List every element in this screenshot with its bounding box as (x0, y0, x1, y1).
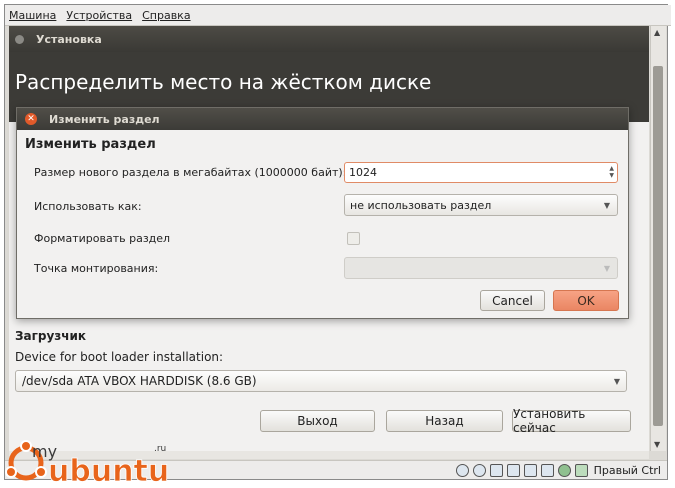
bootloader-device-label: Device for boot loader installation: (15, 350, 224, 364)
usb-icon[interactable] (489, 463, 503, 477)
edit-partition-dialog: ✕ Изменить раздел Изменить раздел Размер… (16, 107, 629, 319)
scrollbar-thumb[interactable] (653, 66, 663, 426)
bootloader-device-select[interactable]: /dev/sda ATA VBOX HARDDISK (8.6 GB) ▼ (15, 370, 627, 392)
mouse-integration-icon[interactable] (557, 463, 571, 477)
back-button[interactable]: Назад (386, 410, 503, 432)
close-icon[interactable]: ✕ (25, 113, 37, 125)
bootloader-heading: Загрузчик (15, 329, 87, 343)
display-icon[interactable] (540, 463, 554, 477)
installer-titlebar: Установка (9, 26, 649, 52)
svg-text:ubuntu: ubuntu (48, 454, 169, 488)
hard-disk-icon[interactable] (455, 463, 469, 477)
menu-machine[interactable]: Машина (9, 9, 56, 22)
mount-label: Точка монтирования: (34, 262, 159, 275)
shared-folders-icon[interactable] (506, 463, 520, 477)
mount-point-combo[interactable]: ▼ (344, 257, 618, 279)
cancel-button[interactable]: Cancel (480, 290, 545, 311)
menu-devices[interactable]: Устройства (66, 9, 132, 22)
optical-drive-icon[interactable] (472, 463, 486, 477)
dialog-titlebar: ✕ Изменить раздел (17, 108, 628, 130)
size-label: Размер нового раздела в мегабайтах (1000… (34, 166, 347, 179)
chevron-down-icon: ▼ (603, 201, 610, 210)
install-now-button[interactable]: Установить сейчас (512, 407, 631, 435)
spin-arrows-icon[interactable]: ▲ ▼ (609, 165, 614, 179)
network-icon[interactable] (523, 463, 537, 477)
chevron-down-icon: ▼ (603, 264, 610, 273)
my-ubuntu-logo: my .ru ubuntu (5, 440, 170, 488)
size-value: 1024 (349, 166, 377, 179)
quit-button[interactable]: Выход (260, 410, 375, 432)
vertical-scrollbar[interactable]: ▲ ▼ (650, 26, 666, 451)
page-title: Распределить место на жёстком диске (15, 70, 432, 94)
ok-button[interactable]: OK (553, 290, 619, 311)
installer-window-title: Установка (36, 32, 102, 46)
format-label: Форматировать раздел (34, 232, 171, 245)
menubar: Машина Устройства Справка (5, 5, 671, 26)
dialog-heading: Изменить раздел (25, 137, 156, 152)
use-as-value: не использовать раздел (350, 198, 492, 212)
window-close-icon[interactable] (15, 34, 24, 44)
scroll-down-icon[interactable]: ▼ (654, 440, 660, 449)
scroll-up-icon[interactable]: ▲ (654, 28, 660, 37)
bootloader-device-value: /dev/sda ATA VBOX HARDDISK (8.6 GB) (22, 374, 257, 388)
format-checkbox[interactable] (347, 232, 360, 245)
host-key-icon (574, 463, 588, 477)
svg-text:.ru: .ru (154, 444, 166, 454)
use-as-combo[interactable]: не использовать раздел ▼ (344, 194, 618, 216)
chevron-down-icon: ▼ (613, 377, 620, 386)
host-key-label: Правый Ctrl (593, 463, 661, 477)
size-spinbox[interactable]: 1024 ▲ ▼ (344, 162, 618, 183)
dialog-title: Изменить раздел (49, 112, 160, 126)
use-as-label: Использовать как: (34, 200, 142, 213)
menu-help[interactable]: Справка (142, 9, 190, 22)
